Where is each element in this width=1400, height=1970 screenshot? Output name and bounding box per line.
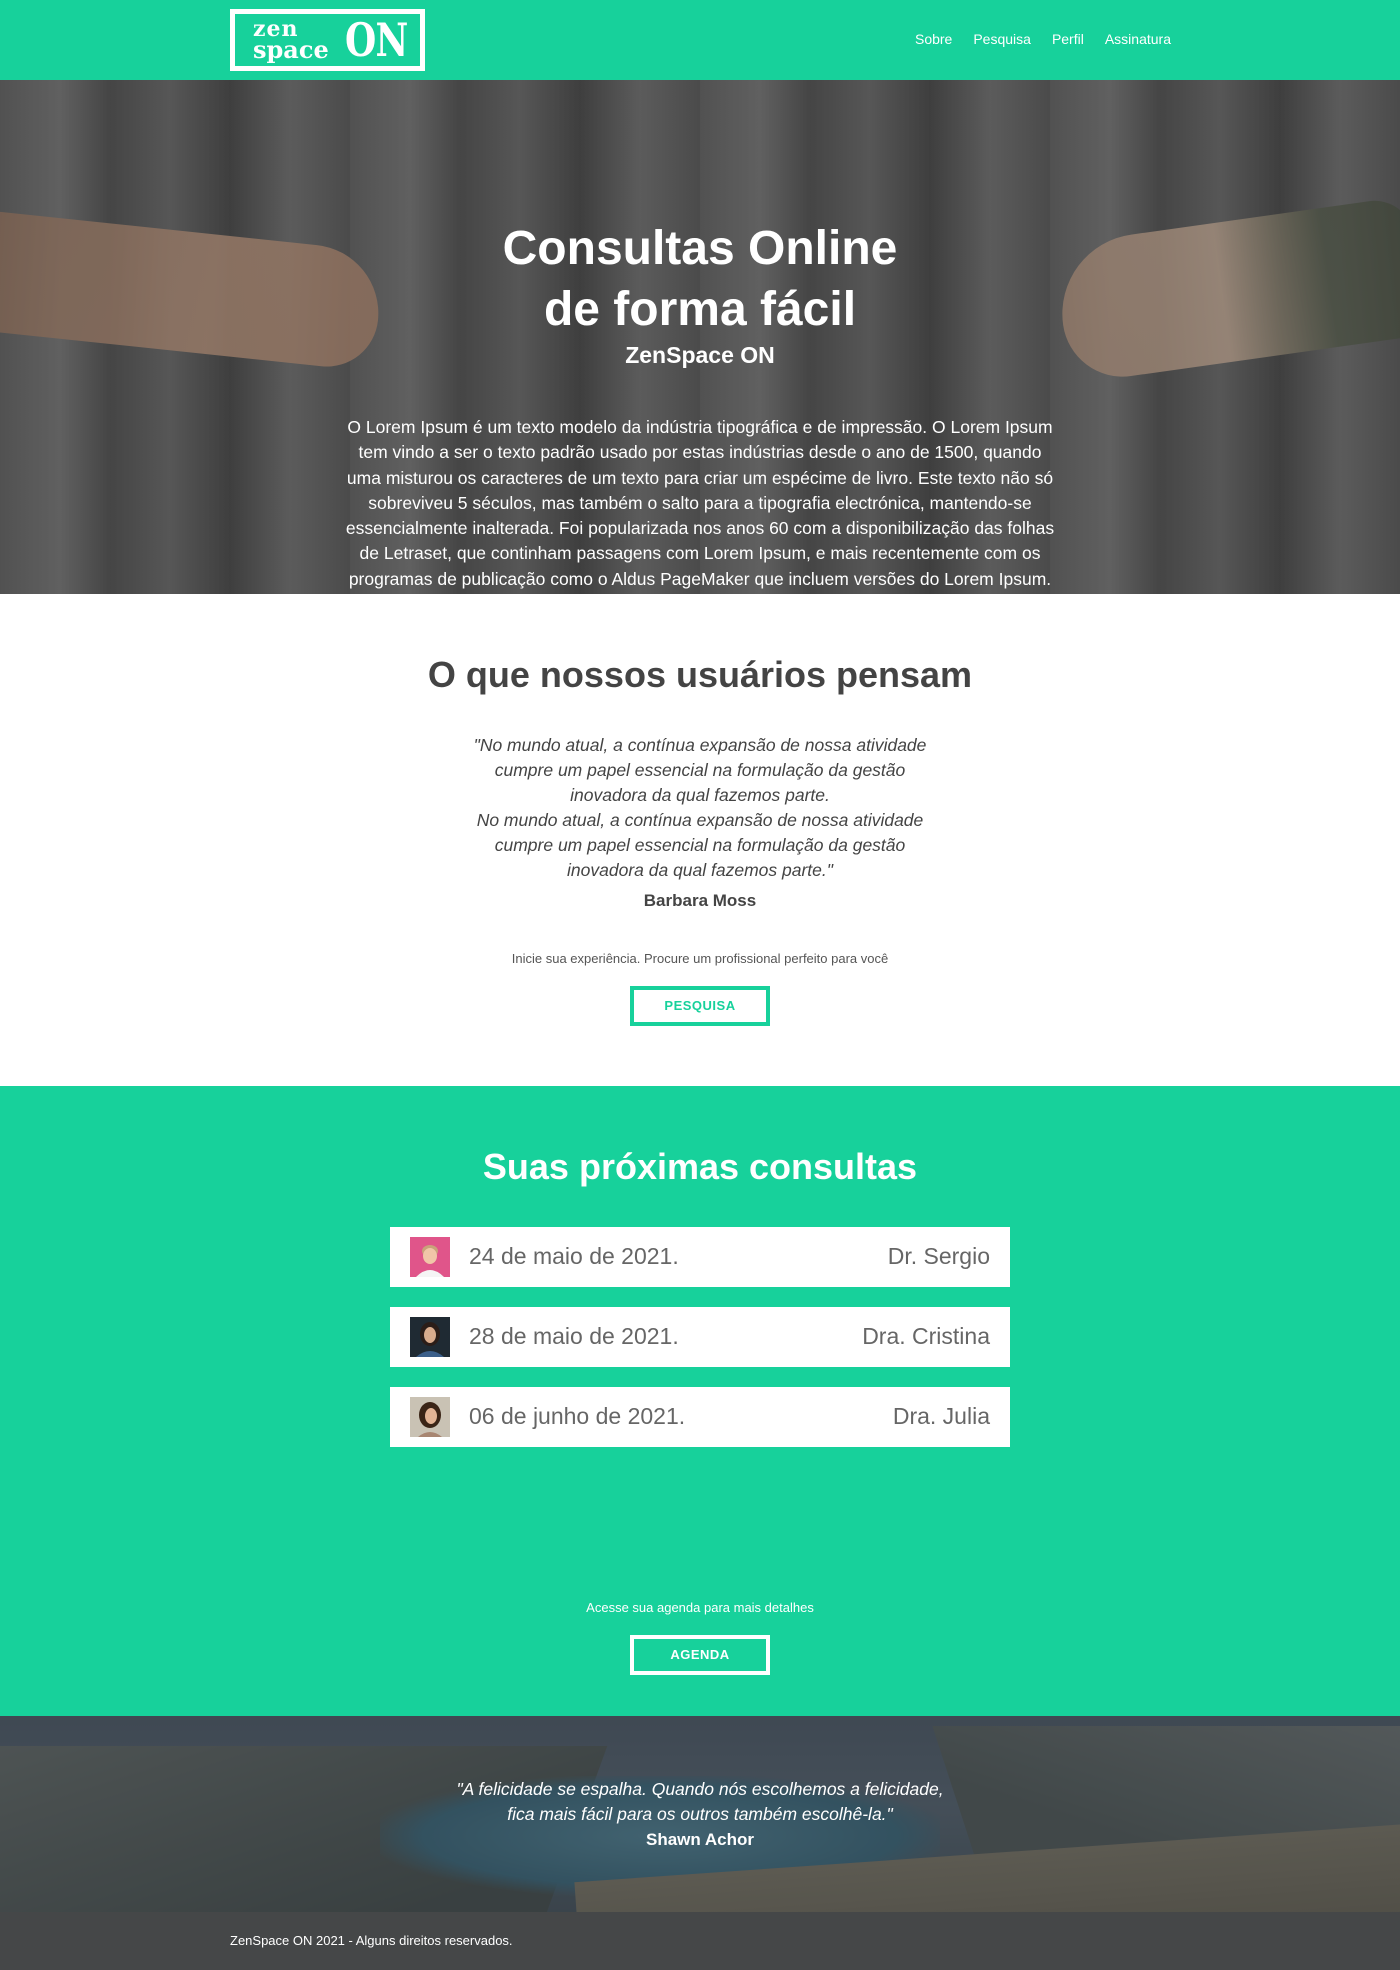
band-quote-line2: fica mais fácil para os outros também es… bbox=[507, 1804, 893, 1824]
appointment-card[interactable]: 28 de maio de 2021. Dra. Cristina bbox=[390, 1307, 1010, 1367]
hero-body-text: O Lorem Ipsum é um texto modelo da indús… bbox=[345, 417, 1055, 589]
testimonials-heading: O que nossos usuários pensam bbox=[427, 654, 973, 695]
footer-copyright: ZenSpace ON 2021 - Alguns direitos reser… bbox=[230, 1933, 513, 1948]
nav-link-perfil[interactable]: Perfil bbox=[1052, 31, 1084, 47]
nav-link-assinatura[interactable]: Assinatura bbox=[1105, 31, 1171, 47]
appointment-date: 06 de junho de 2021. bbox=[469, 1403, 686, 1429]
appointment-card[interactable]: 24 de maio de 2021. Dr. Sergio bbox=[390, 1227, 1010, 1287]
appointment-date: 24 de maio de 2021. bbox=[469, 1243, 679, 1269]
search-cta-text: Inicie sua experiência. Procure um profi… bbox=[511, 951, 889, 966]
appointment-doctor: Dra. Julia bbox=[892, 1403, 990, 1429]
testimonials-section: O que nossos usuários pensam "No mundo a… bbox=[0, 594, 1400, 1086]
testimonial-quote: "No mundo atual, a contínua expansão de … bbox=[470, 733, 930, 883]
hero-section: Consultas Online de forma fácil ZenSpace… bbox=[0, 80, 1400, 594]
site-footer: ZenSpace ON 2021 - Alguns direitos reser… bbox=[0, 1912, 1400, 1970]
appointments-heading: Suas próximas consultas bbox=[482, 1146, 918, 1187]
zenspace-logo[interactable]: zen space ON bbox=[230, 9, 425, 71]
appointment-doctor: Dr. Sergio bbox=[887, 1243, 990, 1269]
appointment-date: 28 de maio de 2021. bbox=[469, 1323, 679, 1349]
hero-title-line1: Consultas Online bbox=[502, 222, 898, 275]
appointment-doctor: Dra. Cristina bbox=[862, 1323, 990, 1349]
appointments-section: Suas próximas consultas 24 de maio de 20… bbox=[0, 1086, 1400, 1716]
main-nav: Sobre Pesquisa Perfil Assinatura bbox=[894, 31, 1171, 47]
site-header: zen space ON Sobre Pesquisa Perfil Assin… bbox=[0, 0, 1400, 80]
band-quote-author: Shawn Achor bbox=[646, 1830, 754, 1849]
band-quote: "A felicidade se espalha. Quando nós esc… bbox=[420, 1777, 980, 1827]
nav-link-pesquisa[interactable]: Pesquisa bbox=[973, 31, 1031, 47]
pesquisa-button[interactable]: PESQUISA bbox=[630, 986, 770, 1026]
hero-title: Consultas Online de forma fácil bbox=[0, 218, 1400, 340]
avatar-julia bbox=[410, 1397, 450, 1437]
nav-link-sobre[interactable]: Sobre bbox=[915, 31, 952, 47]
logo-word-on: ON bbox=[345, 13, 408, 67]
logo-word-space: space bbox=[253, 35, 329, 64]
testimonial-author: Barbara Moss bbox=[643, 891, 757, 910]
agenda-cta-text: Acesse sua agenda para mais detalhes bbox=[586, 1600, 814, 1615]
appointment-card[interactable]: 06 de junho de 2021. Dra. Julia bbox=[390, 1387, 1010, 1447]
testimonial-quote-part2: No mundo atual, a contínua expansão de n… bbox=[476, 810, 924, 880]
hero-title-line2: de forma fácil bbox=[543, 283, 857, 336]
avatar-cristina bbox=[410, 1317, 450, 1357]
agenda-button[interactable]: AGENDA bbox=[630, 1635, 770, 1675]
avatar-sergio bbox=[410, 1237, 450, 1277]
testimonial-quote-part1: "No mundo atual, a contínua expansão de … bbox=[473, 735, 927, 805]
band-quote-line1: "A felicidade se espalha. Quando nós esc… bbox=[456, 1779, 944, 1799]
hero-subtitle: ZenSpace ON bbox=[625, 342, 775, 368]
quote-band: "A felicidade se espalha. Quando nós esc… bbox=[0, 1716, 1400, 1912]
